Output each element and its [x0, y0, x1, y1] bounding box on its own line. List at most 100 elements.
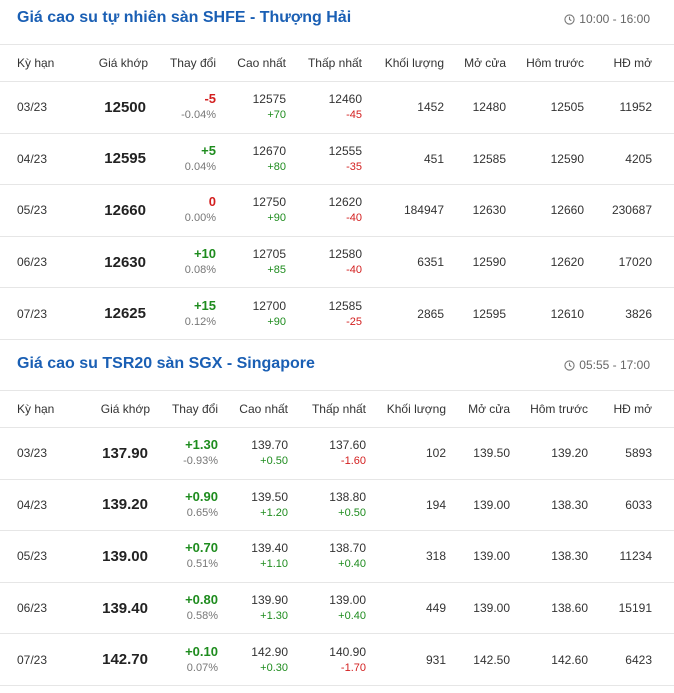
- high-cell: 12670 +80: [216, 133, 286, 186]
- low-value: 138.70: [329, 541, 366, 556]
- change-value: -5: [204, 91, 216, 107]
- col-low-header: Thấp nhất: [286, 44, 362, 82]
- open-interest-cell: 11952: [584, 81, 674, 134]
- high-change: +1.30: [260, 610, 288, 623]
- change-value: +0.70: [185, 540, 218, 556]
- col-oi-header: HĐ mở: [584, 44, 674, 82]
- low-change: +0.40: [338, 558, 366, 571]
- high-value: 142.90: [251, 644, 288, 659]
- low-change: -40: [346, 264, 362, 277]
- low-cell: 12580 -40: [286, 236, 362, 289]
- high-cell: 12705 +85: [216, 236, 286, 289]
- open-interest-cell: 6033: [588, 479, 674, 532]
- change-percent: 0.12%: [184, 315, 216, 328]
- term-cell: 06/23: [0, 236, 70, 289]
- high-value: 139.50: [251, 489, 288, 504]
- change-cell: +0.70 0.51%: [150, 530, 218, 583]
- price-cell: 12625: [70, 287, 148, 340]
- clock-icon: [564, 13, 575, 25]
- volume-cell: 194: [366, 479, 446, 532]
- low-cell: 138.80 +0.50: [288, 479, 366, 532]
- price-cell: 12630: [70, 236, 148, 289]
- table-row: 04/23 139.20 +0.90 0.65% 139.50 +1.20 138.80 +0…: [0, 479, 674, 532]
- low-change: -1.60: [340, 455, 366, 468]
- low-cell: 137.60 -1.60: [288, 427, 366, 480]
- change-value: +0.80: [185, 592, 218, 608]
- term-cell: 07/23: [0, 633, 70, 686]
- volume-cell: 449: [366, 582, 446, 635]
- clock-icon: [564, 359, 575, 371]
- change-cell: +0.90 0.65%: [150, 479, 218, 532]
- table-body: 03/23 137.90 +1.30 -0.93% 139.70 +0.50 137.60 -…: [0, 427, 674, 686]
- match-price: 139.20: [102, 496, 148, 514]
- price-cell: 142.70: [70, 633, 150, 686]
- change-percent: -0.04%: [181, 109, 216, 122]
- table-row: 05/23 12660 0 0.00% 12750 +90 12620 -40 184947 12…: [0, 184, 674, 237]
- high-cell: 139.70 +0.50: [218, 427, 288, 480]
- high-cell: 142.90 +0.30: [218, 633, 288, 686]
- change-cell: +10 0.08%: [148, 236, 216, 289]
- open-interest-cell: 6423: [588, 633, 674, 686]
- section-title: Giá cao su tự nhiên sàn SHFE - Thượng Hả…: [17, 9, 352, 26]
- col-prev-header: Hôm trước: [506, 44, 584, 82]
- col-change-header: Thay đổi: [148, 44, 216, 82]
- volume-cell: 2865: [362, 287, 444, 340]
- change-percent: 0.04%: [184, 160, 216, 173]
- open-cell: 139.00: [446, 582, 510, 635]
- prev-cell: 12610: [506, 287, 584, 340]
- table-row: 06/23 12630 +10 0.08% 12705 +85 12580 -40 6351 12…: [0, 236, 674, 289]
- open-cell: 139.00: [446, 530, 510, 583]
- table-row: 06/23 139.40 +0.80 0.58% 139.90 +1.30 139.00 +0…: [0, 582, 674, 635]
- trading-hours-text: 10:00 - 16:00: [579, 12, 650, 26]
- col-price-header: Giá khớp: [70, 390, 150, 428]
- change-percent: 0.58%: [186, 610, 218, 623]
- high-value: 139.90: [251, 593, 288, 608]
- low-value: 138.80: [329, 489, 366, 504]
- term-cell: 03/23: [0, 81, 70, 134]
- prev-cell: 139.20: [510, 427, 588, 480]
- prev-cell: 138.60: [510, 582, 588, 635]
- high-cell: 139.50 +1.20: [218, 479, 288, 532]
- change-percent: -0.93%: [183, 455, 218, 468]
- high-change: +80: [267, 160, 286, 173]
- col-volume-header: Khối lượng: [366, 390, 446, 428]
- term-cell: 07/23: [0, 287, 70, 340]
- open-cell: 12590: [444, 236, 506, 289]
- open-cell: 12585: [444, 133, 506, 186]
- change-percent: 0.51%: [186, 558, 218, 571]
- low-value: 140.90: [329, 644, 366, 659]
- change-cell: +0.10 0.07%: [150, 633, 218, 686]
- change-cell: -5 -0.04%: [148, 81, 216, 134]
- match-price: 139.00: [102, 547, 148, 565]
- term-cell: 03/23: [0, 427, 70, 480]
- price-cell: 137.90: [70, 427, 150, 480]
- low-value: 12555: [328, 143, 362, 158]
- high-value: 12750: [252, 195, 286, 210]
- high-value: 12705: [252, 247, 286, 262]
- table-row: 03/23 137.90 +1.30 -0.93% 139.70 +0.50 137.60 -…: [0, 427, 674, 480]
- col-high-header: Cao nhất: [218, 390, 288, 428]
- section-header: Giá cao su TSR20 sàn SGX - Singapore 05:…: [0, 346, 674, 388]
- low-value: 12580: [328, 247, 362, 262]
- price-table: Kỳ hạn Giá khớp Thay đổi Cao nhất Thấp nhất K…: [0, 390, 674, 686]
- open-cell: 139.50: [446, 427, 510, 480]
- high-cell: 12700 +90: [216, 287, 286, 340]
- high-change: +1.10: [260, 558, 288, 571]
- term-cell: 04/23: [0, 479, 70, 532]
- low-change: -35: [346, 160, 362, 173]
- table-header: Kỳ hạn Giá khớp Thay đổi Cao nhất Thấp nhất K…: [0, 44, 674, 82]
- change-cell: +5 0.04%: [148, 133, 216, 186]
- volume-cell: 1452: [362, 81, 444, 134]
- table-body: 03/23 12500 -5 -0.04% 12575 +70 12460 -45 1452 12…: [0, 81, 674, 340]
- volume-cell: 931: [366, 633, 446, 686]
- low-change: -45: [346, 109, 362, 122]
- table-row: 03/23 12500 -5 -0.04% 12575 +70 12460 -45 1452 12…: [0, 81, 674, 134]
- col-change-header: Thay đổi: [150, 390, 218, 428]
- low-value: 12460: [328, 92, 362, 107]
- change-cell: +0.80 0.58%: [150, 582, 218, 635]
- term-cell: 05/23: [0, 530, 70, 583]
- volume-cell: 318: [366, 530, 446, 583]
- open-interest-cell: 15191: [588, 582, 674, 635]
- high-value: 139.70: [251, 438, 288, 453]
- price-cell: 12500: [70, 81, 148, 134]
